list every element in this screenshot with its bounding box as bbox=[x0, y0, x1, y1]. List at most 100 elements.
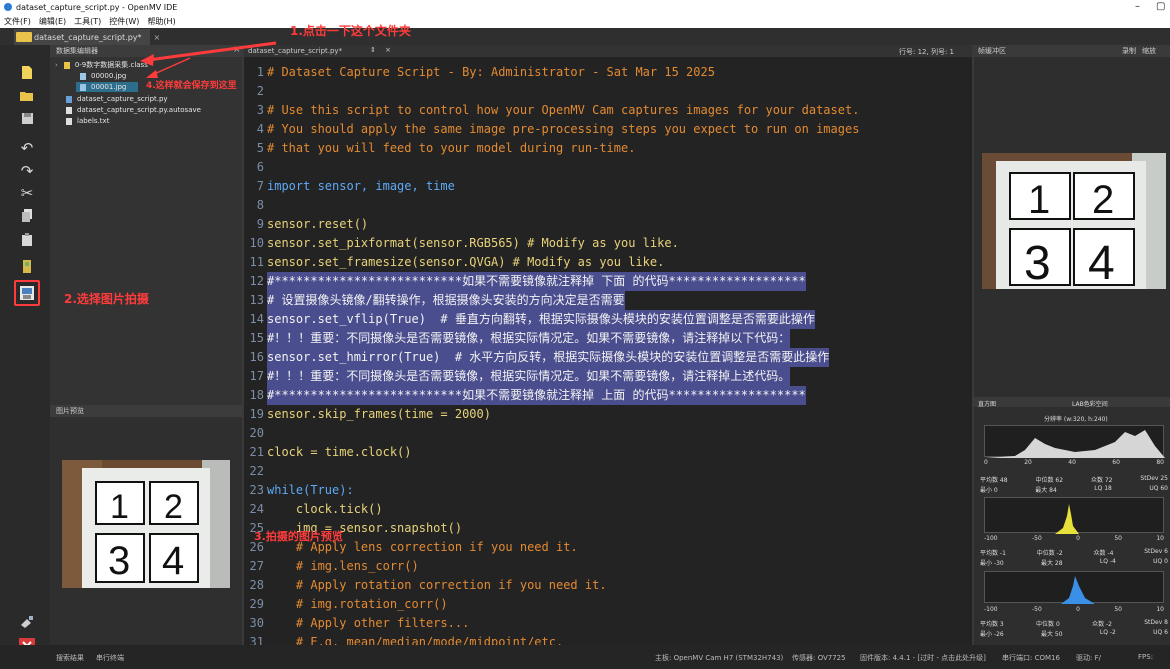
tree-file-00000[interactable]: 00000.jpg bbox=[80, 72, 126, 80]
close-panel-icon[interactable]: × bbox=[233, 45, 241, 55]
a-stat: 中位数 -2 bbox=[1036, 550, 1063, 557]
l-stat: 众数 72 bbox=[1090, 477, 1113, 484]
tree-item-label: dataset_capture_script.py.autosave bbox=[77, 106, 201, 114]
tick-b-m100: -100 bbox=[984, 606, 998, 613]
histogram-header: 直方图 LAB色彩空间 bbox=[974, 397, 1170, 408]
line-number: 5 bbox=[256, 141, 264, 155]
line-number: 23 bbox=[249, 483, 264, 497]
record-button[interactable]: 录制 bbox=[1122, 45, 1136, 57]
tick-b-0: 0 bbox=[1076, 606, 1080, 613]
cut-icon[interactable]: ✂ bbox=[18, 184, 36, 202]
line-number: 15 bbox=[249, 331, 264, 345]
maximize-button[interactable]: ▢ bbox=[1156, 0, 1165, 14]
code-editor[interactable]: dataset_capture_script.py* ⇕ × 行号: 12, 列… bbox=[244, 45, 972, 668]
new-file-icon[interactable] bbox=[18, 63, 36, 81]
tab-dataset-capture-script[interactable]: dataset_capture_script.py* × bbox=[14, 29, 160, 45]
line-number: 11 bbox=[249, 255, 264, 269]
tab-label: dataset_capture_script.py* bbox=[34, 32, 142, 42]
chevron-right-icon: › bbox=[55, 61, 58, 69]
minimize-button[interactable]: – bbox=[1135, 0, 1140, 14]
openmv-ide-window: dataset_capture_script.py - OpenMV IDE –… bbox=[0, 0, 1170, 669]
tree-file-autosave[interactable]: dataset_capture_script.py.autosave bbox=[66, 106, 201, 114]
line-number: 7 bbox=[256, 179, 264, 193]
menu-help[interactable]: 帮助(H) bbox=[147, 16, 175, 27]
preview-digit-3: 3 bbox=[108, 539, 130, 583]
frame-buffer-image: 1 2 3 4 bbox=[982, 153, 1166, 289]
menu-file[interactable]: 文件(F) bbox=[4, 16, 31, 27]
code-line: sensor.set_vflip(True) # 垂直方向翻转，根据实际摄像头模… bbox=[267, 310, 815, 329]
search-results-tab[interactable]: 搜索结果 bbox=[56, 653, 84, 663]
line-number: 8 bbox=[256, 198, 264, 212]
usb-connect-icon[interactable] bbox=[18, 613, 36, 631]
tree-file-labels[interactable]: labels.txt bbox=[66, 117, 109, 125]
copy-icon[interactable] bbox=[18, 207, 36, 225]
tab-switch-icon[interactable]: ⇕ bbox=[370, 46, 376, 54]
close-editor-tab-icon[interactable]: × bbox=[385, 46, 391, 54]
code-line: import sensor, image, time bbox=[267, 179, 455, 193]
l-stats-row: 最小 0 最大 84 LQ 18 UQ 60 bbox=[980, 485, 1168, 495]
save-icon[interactable] bbox=[18, 109, 36, 127]
tick-a-50: 50 bbox=[1114, 535, 1122, 542]
tree-file-script[interactable]: dataset_capture_script.py bbox=[66, 95, 168, 103]
l-stat: StDev 25 bbox=[1140, 475, 1168, 482]
code-line: #！！！重要：不同摄像头是否需要镜像，根据实际情况定。如果不需要镜像，请注释掉上… bbox=[267, 367, 791, 386]
dataset-editor-panel: 数据集编辑器 × › 0-9数字数据采集.class 00000.jpg 000… bbox=[50, 45, 242, 405]
l-stat: 最大 84 bbox=[1035, 487, 1057, 494]
b-stat: UQ 6 bbox=[1153, 629, 1168, 636]
capture-image-button[interactable] bbox=[14, 280, 40, 306]
fb-digit-4: 4 bbox=[1088, 237, 1115, 289]
open-folder-icon[interactable] bbox=[18, 87, 36, 105]
tree-folder-class[interactable]: › 0-9数字数据采集.class bbox=[55, 60, 148, 70]
line-number: 20 bbox=[249, 426, 264, 440]
serial-port-info: 串行端口: COM16 bbox=[1002, 654, 1060, 662]
menu-widgets[interactable]: 控件(W) bbox=[109, 16, 139, 27]
code-line: #**************************如果不需要镜像就注释掉 上… bbox=[267, 386, 806, 405]
status-bar: 搜索结果 串行终端 主板: OpenMV Cam H7 (STM32H743) … bbox=[0, 645, 1170, 669]
firmware-info[interactable]: 固件版本: 4.4.1 - [过时 - 点击此处升级] bbox=[860, 653, 986, 663]
l-stats-row: 平均数 48 中位数 62 众数 72 StDev 25 bbox=[980, 475, 1168, 485]
close-tab-icon[interactable]: × bbox=[154, 33, 161, 42]
menu-tools[interactable]: 工具(T) bbox=[74, 16, 101, 27]
paste-icon[interactable] bbox=[18, 231, 36, 249]
a-stat: UQ 0 bbox=[1153, 558, 1168, 565]
code-line: # Dataset Capture Script - By: Administr… bbox=[267, 65, 715, 79]
line-number: 16 bbox=[249, 350, 264, 364]
line-number: 2 bbox=[256, 84, 264, 98]
redo-icon[interactable]: ↷ bbox=[18, 162, 36, 180]
code-line: sensor.skip_frames(time = 2000) bbox=[267, 407, 491, 421]
preview-image: 1 2 3 4 bbox=[62, 460, 230, 588]
preview-digit-1: 1 bbox=[110, 488, 129, 526]
b-stat: 众数 -2 bbox=[1092, 621, 1112, 628]
folder-icon bbox=[16, 32, 32, 42]
zoom-button[interactable]: 缩放 bbox=[1142, 45, 1156, 57]
b-stat: StDev 8 bbox=[1144, 619, 1168, 626]
window-title: dataset_capture_script.py - OpenMV IDE bbox=[16, 2, 178, 12]
resolution-label: 分辨率 (w:320, h:240) bbox=[1044, 416, 1108, 423]
code-line: # that you will feed to your model durin… bbox=[267, 141, 636, 155]
tree-item-label: 00001.jpg bbox=[91, 83, 127, 91]
b-stat: LQ -2 bbox=[1099, 629, 1116, 636]
undo-icon[interactable]: ↶ bbox=[18, 139, 36, 157]
histogram-l-plot bbox=[984, 425, 1165, 458]
line-number: 27 bbox=[249, 559, 264, 573]
color-space-select[interactable]: LAB色彩空间 bbox=[1072, 399, 1108, 408]
editor-tab-label[interactable]: dataset_capture_script.py* bbox=[248, 47, 342, 55]
fb-digit-2: 2 bbox=[1092, 178, 1114, 222]
tree-file-00001[interactable]: 00001.jpg bbox=[80, 83, 126, 91]
histogram-a-curve bbox=[1055, 504, 1079, 534]
sensor-info: 传感器: OV7725 bbox=[792, 654, 846, 662]
a-stats-row: 最小 -30 最大 28 LQ -4 UQ 0 bbox=[980, 558, 1168, 568]
tick-l-20: 20 bbox=[1024, 459, 1032, 466]
tick-a-0: 0 bbox=[1076, 535, 1080, 542]
line-number: 4 bbox=[256, 122, 264, 136]
title-bar: dataset_capture_script.py - OpenMV IDE –… bbox=[0, 0, 1170, 14]
tick-b-100: 10 bbox=[1156, 606, 1164, 613]
histogram-b-curve bbox=[1061, 576, 1095, 604]
file-icon bbox=[66, 117, 72, 125]
code-line: # Apply rotation correction if you need … bbox=[267, 578, 607, 592]
histogram-l-stats: 平均数 48 中位数 62 众数 72 StDev 25 最小 0 最大 84 LQ 18 U… bbox=[980, 475, 1168, 495]
board-info: 主板: OpenMV Cam H7 (STM32H743) bbox=[655, 654, 784, 662]
connect-icon[interactable] bbox=[18, 257, 36, 275]
serial-terminal-tab[interactable]: 串行终端 bbox=[96, 653, 124, 663]
menu-edit[interactable]: 编辑(E) bbox=[39, 16, 66, 27]
